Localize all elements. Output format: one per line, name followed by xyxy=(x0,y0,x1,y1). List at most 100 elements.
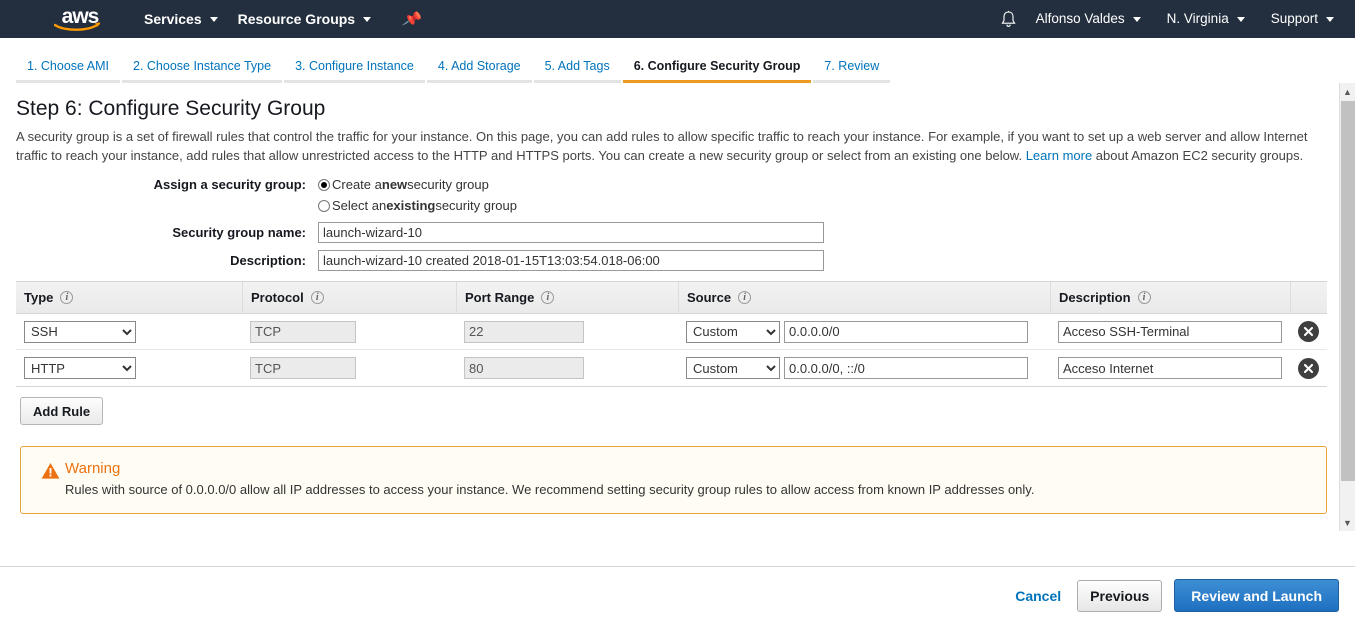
chevron-down-icon xyxy=(209,16,218,22)
security-group-name-input[interactable] xyxy=(318,222,824,243)
radio-create-new-prefix: Create a xyxy=(332,177,382,192)
rule-description-cell xyxy=(1050,320,1290,343)
chevron-down-icon[interactable]: ▼ xyxy=(1340,514,1355,531)
rule-source-value-input[interactable] xyxy=(784,357,1028,379)
nav-support-label: Support xyxy=(1270,11,1318,26)
column-header-port-range: Port Range i xyxy=(456,281,678,314)
nav-resource-groups-label: Resource Groups xyxy=(237,11,356,27)
review-and-launch-button[interactable]: Review and Launch xyxy=(1174,579,1339,612)
rule-source-cell: Custom xyxy=(678,357,1050,379)
chevron-up-icon[interactable]: ▲ xyxy=(1340,83,1355,100)
vertical-scrollbar[interactable]: ▲ ▼ xyxy=(1339,83,1355,531)
scrollbar-thumb[interactable] xyxy=(1341,101,1355,481)
rule-type-cell: HTTP xyxy=(16,357,242,379)
tab-choose-instance-type[interactable]: 2. Choose Instance Type xyxy=(122,59,283,83)
column-header-source: Source i xyxy=(678,281,1050,314)
rule-type-cell: SSH xyxy=(16,320,242,343)
table-row: SSH Custom xyxy=(16,314,1327,350)
assign-security-group-row: Assign a security group: Create a new se… xyxy=(16,177,1339,192)
learn-more-link[interactable]: Learn more xyxy=(1026,148,1092,163)
page-title: Step 6: Configure Security Group xyxy=(16,97,326,120)
tab-configure-security-group[interactable]: 6. Configure Security Group xyxy=(622,59,812,83)
radio-select-existing-security-group[interactable]: Select an existing security group xyxy=(318,198,517,213)
rule-description-input[interactable] xyxy=(1058,320,1282,343)
table-row: HTTP Custom xyxy=(16,350,1327,386)
delete-circle-icon[interactable] xyxy=(1298,357,1319,379)
tab-add-tags[interactable]: 5. Add Tags xyxy=(533,59,621,83)
rule-description-cell xyxy=(1050,357,1290,379)
tab-add-storage[interactable]: 4. Add Storage xyxy=(426,59,532,83)
column-header-source-label: Source xyxy=(687,290,732,305)
nav-region-menu[interactable]: N. Virginia xyxy=(1154,0,1258,38)
aws-logo[interactable]: aws xyxy=(46,0,114,38)
info-icon[interactable]: i xyxy=(541,291,555,304)
nav-region-label: N. Virginia xyxy=(1166,11,1229,26)
security-group-name-label: Security group name: xyxy=(172,225,306,240)
wizard-footer: Cancel Previous Review and Launch xyxy=(0,566,1355,624)
warning-body: Warning Rules with source of 0.0.0.0/0 a… xyxy=(65,460,1034,500)
radio-select-existing-strong: existing xyxy=(386,198,436,213)
radio-select-existing-input[interactable] xyxy=(318,199,330,212)
column-header-type-label: Type xyxy=(24,290,54,305)
wizard-step-tabs: 1. Choose AMI 2. Choose Instance Type 3.… xyxy=(0,51,1355,83)
warning-triangle-icon xyxy=(35,460,65,500)
nav-support-menu[interactable]: Support xyxy=(1258,0,1347,38)
rule-port-range-cell xyxy=(456,320,678,343)
rule-type-select[interactable]: SSH xyxy=(24,320,136,343)
column-header-description-label: Description xyxy=(1059,290,1131,305)
radio-create-new-security-group[interactable]: Create a new security group xyxy=(318,177,489,192)
tab-choose-ami[interactable]: 1. Choose AMI xyxy=(16,59,120,83)
rule-protocol-input xyxy=(250,357,356,379)
chevron-down-icon xyxy=(363,16,372,22)
nav-account-menu[interactable]: Alfonso Valdes xyxy=(1023,0,1154,38)
radio-create-new-suffix: security group xyxy=(407,177,489,192)
rule-protocol-cell xyxy=(242,320,456,343)
top-nav-left: aws Services Resource Groups 📌 xyxy=(0,0,423,38)
delete-circle-icon[interactable] xyxy=(1298,321,1319,342)
assign-security-group-label: Assign a security group: xyxy=(153,177,306,192)
column-header-delete xyxy=(1290,281,1327,314)
rule-description-input[interactable] xyxy=(1058,357,1282,379)
rule-port-range-input xyxy=(464,357,584,379)
security-group-description-row: Description: xyxy=(16,250,1339,271)
chevron-down-icon xyxy=(1326,16,1334,22)
column-header-protocol: Protocol i xyxy=(242,281,456,314)
tab-configure-instance[interactable]: 3. Configure Instance xyxy=(284,59,425,83)
rule-source-kind-select[interactable]: Custom xyxy=(686,320,780,343)
radio-create-new-input[interactable] xyxy=(318,178,330,191)
top-navigation-bar: aws Services Resource Groups 📌 Alfonso V… xyxy=(0,0,1355,38)
security-group-description-input[interactable] xyxy=(318,250,824,271)
info-icon[interactable]: i xyxy=(310,291,324,304)
info-icon[interactable]: i xyxy=(1137,291,1151,304)
add-rule-button[interactable]: Add Rule xyxy=(20,397,104,425)
nav-services-label: Services xyxy=(144,11,202,27)
rule-delete-cell xyxy=(1290,321,1327,342)
tab-review[interactable]: 7. Review xyxy=(813,59,891,83)
warning-title: Warning xyxy=(65,460,121,477)
nav-account-label: Alfonso Valdes xyxy=(1035,11,1125,26)
column-header-protocol-label: Protocol xyxy=(251,290,304,305)
cancel-button[interactable]: Cancel xyxy=(1015,588,1061,604)
rule-source-kind-select[interactable]: Custom xyxy=(686,357,780,379)
rule-port-range-cell xyxy=(456,357,678,379)
pin-icon[interactable]: 📌 xyxy=(401,8,423,30)
notifications-bell-icon[interactable] xyxy=(1000,10,1017,29)
nav-services-menu[interactable]: Services xyxy=(134,0,228,38)
info-icon[interactable]: i xyxy=(738,291,752,304)
rule-port-range-input xyxy=(464,320,584,343)
select-existing-security-group-row: Select an existing security group xyxy=(16,198,1339,213)
rule-type-select[interactable]: HTTP xyxy=(24,357,136,379)
column-header-port-range-label: Port Range xyxy=(465,290,535,305)
column-header-type: Type i xyxy=(16,282,242,314)
nav-resource-groups-menu[interactable]: Resource Groups xyxy=(228,0,381,38)
info-icon[interactable]: i xyxy=(60,291,74,304)
main-content: Step 6: Configure Security Group A secur… xyxy=(0,83,1355,531)
page-description: A security group is a set of firewall ru… xyxy=(16,127,1316,165)
top-nav-right: Alfonso Valdes N. Virginia Support xyxy=(1000,0,1347,38)
previous-button[interactable]: Previous xyxy=(1077,579,1163,612)
warning-panel: Warning Rules with source of 0.0.0.0/0 a… xyxy=(20,446,1327,514)
radio-create-new-strong: new xyxy=(381,177,408,192)
rule-source-cell: Custom xyxy=(678,320,1050,343)
rule-source-value-input[interactable] xyxy=(784,320,1028,343)
table-header-row: Type i Protocol i Port Range i Source i … xyxy=(16,281,1327,314)
